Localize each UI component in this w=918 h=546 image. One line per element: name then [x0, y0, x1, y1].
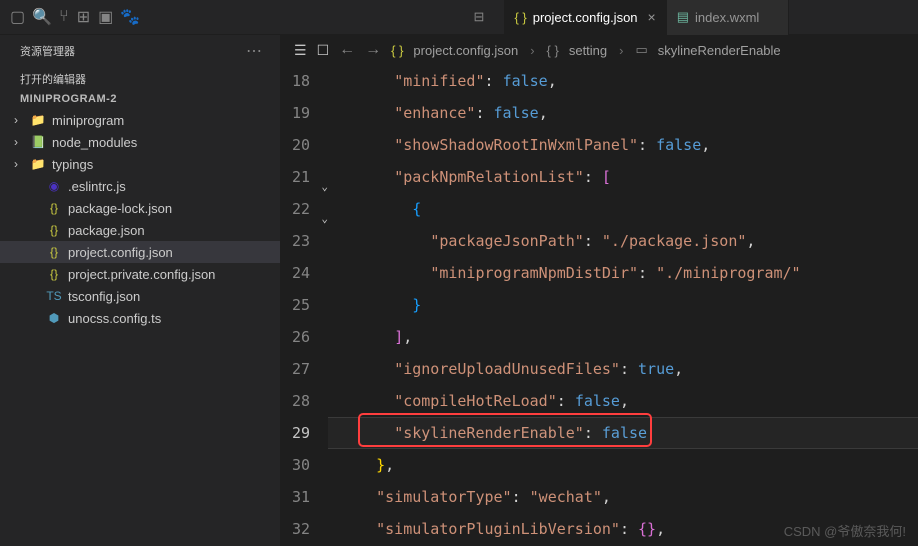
- folder-item[interactable]: › 📁 miniprogram: [0, 109, 280, 131]
- chevron-right-icon: ›: [14, 157, 24, 171]
- tree-label: tsconfig.json: [68, 289, 140, 304]
- tree-label: typings: [52, 157, 93, 172]
- open-editors-label[interactable]: 打开的编辑器: [0, 67, 280, 91]
- file-item[interactable]: ◉ .eslintrc.js: [0, 175, 280, 197]
- breadcrumb: ☰ ☐ ← → { } project.config.json › { } se…: [280, 35, 918, 65]
- tree-label: project.private.config.json: [68, 267, 215, 282]
- file-item[interactable]: {} project.config.json: [0, 241, 280, 263]
- chevron-right-icon: ›: [14, 113, 24, 127]
- breadcrumb-file[interactable]: project.config.json: [413, 43, 518, 58]
- folder-item[interactable]: › 📁 typings: [0, 153, 280, 175]
- jsonlock-icon: {}: [46, 201, 62, 215]
- folder-icon: 📁: [30, 157, 46, 171]
- tab[interactable]: ▤index.wxml×: [667, 0, 789, 35]
- chevron-right-icon: ›: [619, 43, 623, 58]
- file-tree: › 📁 miniprogram › 📗 node_modules › 📁 typings ◉ .es…: [0, 107, 280, 329]
- forward-icon[interactable]: →: [365, 41, 381, 59]
- project-title[interactable]: MINIPROGRAM-2: [0, 91, 280, 107]
- sidebar-title: 资源管理器: [20, 43, 75, 59]
- sidebar: 资源管理器 ⋯ 打开的编辑器 MINIPROGRAM-2 › 📁 miniprogr…: [0, 35, 280, 546]
- breadcrumb-seg1[interactable]: setting: [569, 43, 607, 58]
- abc-icon: ▭: [636, 42, 648, 58]
- activity-bar: ▢ 🔍 ⑂ ⊞ ▣ 🐾: [0, 0, 50, 35]
- json-icon: {}: [46, 267, 62, 281]
- brace-icon: { }: [547, 43, 559, 58]
- source-control-icon[interactable]: ⑂: [59, 8, 69, 26]
- file-json-icon: { }: [514, 10, 526, 25]
- code-area[interactable]: 18192021⌄22⌄2324252627282930313233 "mini…: [280, 65, 918, 546]
- run-icon[interactable]: ▣: [98, 8, 113, 26]
- editor-actions: ⊟: [464, 9, 495, 25]
- close-icon[interactable]: ×: [648, 9, 656, 25]
- extensions-icon[interactable]: ⊞: [77, 8, 90, 26]
- file-wxml-icon: ▤: [677, 9, 689, 25]
- tree-label: .eslintrc.js: [68, 179, 126, 194]
- watermark: CSDN @爷傲奈我何!: [784, 521, 906, 540]
- file-item[interactable]: ⬢ unocss.config.ts: [0, 307, 280, 329]
- eslint-icon: ◉: [46, 179, 62, 193]
- tree-label: unocss.config.ts: [68, 311, 161, 326]
- chevron-right-icon: ›: [530, 43, 534, 58]
- tree-label: package-lock.json: [68, 201, 172, 216]
- tabs: { } project.config.json × ▤ index.wxml ×: [494, 0, 918, 35]
- uno-icon: ⬢: [46, 311, 62, 325]
- file-item[interactable]: {} package-lock.json: [0, 197, 280, 219]
- explorer-icon[interactable]: ▢: [10, 8, 25, 26]
- file-item[interactable]: {} package.json: [0, 219, 280, 241]
- folder-item[interactable]: › 📗 node_modules: [0, 131, 280, 153]
- json-icon: {}: [46, 223, 62, 237]
- tree-label: project.config.json: [68, 245, 173, 260]
- more-icon[interactable]: ⋯: [246, 41, 264, 61]
- tree-label: node_modules: [52, 135, 137, 150]
- file-item[interactable]: TS tsconfig.json: [0, 285, 280, 307]
- file-item[interactable]: {} project.private.config.json: [0, 263, 280, 285]
- breadcrumb-seg2[interactable]: skylineRenderEnable: [658, 43, 781, 58]
- file-json-icon: { }: [391, 43, 403, 58]
- menu-icon[interactable]: ☰: [294, 42, 307, 59]
- ts-icon: TS: [46, 289, 62, 303]
- tree-label: miniprogram: [52, 113, 124, 128]
- editor: ☰ ☐ ← → { } project.config.json › { } se…: [280, 35, 918, 546]
- tab[interactable]: { } project.config.json ×: [504, 0, 666, 35]
- folder-icon: 📁: [30, 113, 46, 127]
- tools-icon[interactable]: 🐾: [121, 8, 139, 26]
- tree-label: package.json: [68, 223, 145, 238]
- search-icon[interactable]: 🔍: [33, 8, 51, 26]
- back-icon[interactable]: ←: [339, 41, 355, 59]
- chevron-right-icon: ›: [14, 135, 24, 149]
- bookmark-icon[interactable]: ☐: [317, 42, 330, 59]
- tab-label: project.config.json: [533, 10, 638, 25]
- tab-label: index.wxml: [695, 10, 759, 25]
- json-icon: {}: [46, 245, 62, 259]
- layout-icon[interactable]: ⊟: [474, 9, 485, 25]
- nodemod-icon: 📗: [30, 135, 46, 149]
